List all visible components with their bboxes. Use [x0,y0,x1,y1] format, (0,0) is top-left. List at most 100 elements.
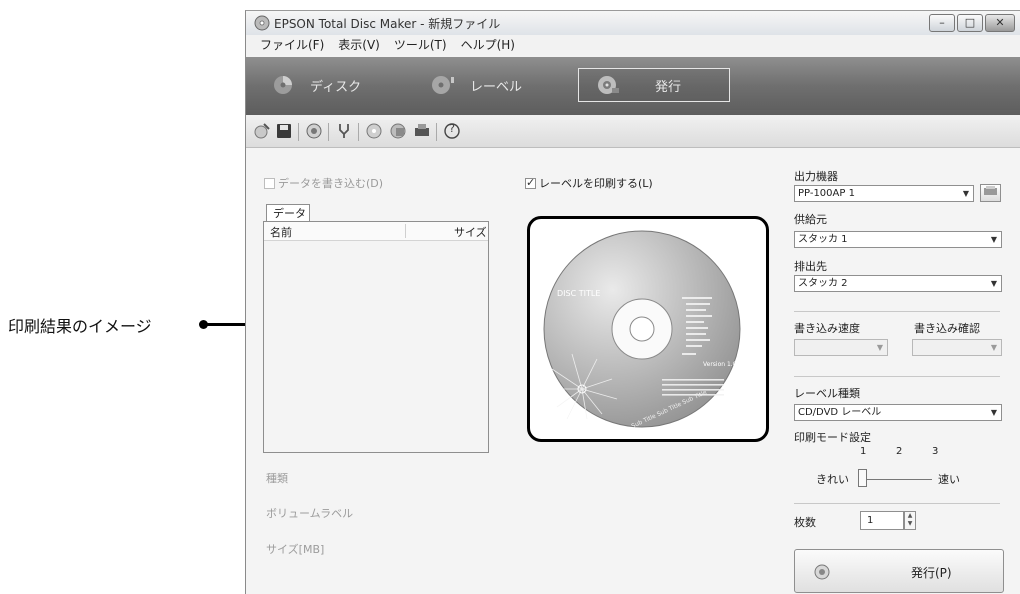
printer-settings-button[interactable] [980,184,1001,202]
chevron-down-icon: ▼ [990,408,997,417]
publish-icon [598,76,619,94]
copies-stepper[interactable]: ▲ ▼ [904,511,916,530]
tab-disc-label: ディスク [310,79,362,95]
disc-version-text: Version 1.0 [703,361,737,368]
add-disc-icon[interactable] [364,121,384,141]
write-data-box[interactable] [264,177,275,189]
write-data-label: データを書き込む(D) [278,177,384,190]
source-select[interactable]: スタッカ 1 ▼ [794,231,1002,248]
source-value: スタッカ 1 [798,234,848,245]
data-file-list[interactable]: 名前 サイズ [263,221,489,453]
help-glyph: ? [449,122,455,135]
menu-view[interactable]: 表示(V) [338,35,380,55]
write-verify-select[interactable]: ▼ [912,339,1002,356]
menu-bar: ファイル(F) 表示(V) ツール(T) ヘルプ(H) [246,35,1020,55]
copies-input[interactable]: 1 [860,511,904,530]
chevron-down-icon: ▼ [990,343,997,352]
column-size[interactable]: サイズ [454,224,487,240]
window-controls: – □ ✕ [929,14,1015,32]
list-header: 名前 サイズ [264,222,488,241]
print-mode-tick-2: 2 [896,446,903,457]
edit-icon[interactable] [388,121,408,141]
print-label-label: レーベルを印刷する(L) [539,177,653,190]
section-divider [794,311,1000,312]
main-content: データを書き込む(D) データ 名前 サイズ 種類 ボリュームラベル サイズ[M… [246,148,1020,594]
publish-button-icon [814,564,830,580]
tab-publish-label: 発行 [655,79,682,95]
mode-bar: ディスク レーベル 発行 [246,57,1020,115]
section-divider [794,376,1000,377]
toolbar: ? [246,115,1020,148]
print-label-box[interactable]: ✓ [525,175,536,189]
disc-icon [274,76,292,94]
label-type-select[interactable]: CD/DVD レーベル ▼ [794,404,1002,421]
disc-image [543,230,741,428]
menu-file[interactable]: ファイル(F) [260,35,324,55]
tab-publish[interactable]: 発行 [578,68,730,102]
print-mode-tick-1: 1 [860,446,867,457]
output-device-select[interactable]: PP-100AP 1 ▼ [794,185,974,202]
close-button[interactable]: ✕ [985,14,1015,32]
print-mode-label: 印刷モード設定 [794,431,871,444]
close-icon: ✕ [995,16,1005,29]
write-data-checkbox[interactable]: データを書き込む(D) [264,175,383,191]
annotation-label: 印刷結果のイメージ [8,317,152,336]
new-icon[interactable] [252,121,272,141]
chevron-down-icon: ▼ [876,343,883,352]
preview-icon[interactable] [304,121,324,141]
window-title: EPSON Total Disc Maker - 新規ファイル [274,17,501,31]
write-speed-select[interactable]: ▼ [794,339,888,356]
type-label: 種類 [266,472,288,485]
tab-disc[interactable]: ディスク [270,68,361,102]
help-icon[interactable]: ? [442,121,462,141]
app-window: EPSON Total Disc Maker - 新規ファイル – □ ✕ ファ… [245,10,1020,594]
maximize-icon: □ [964,16,976,29]
tab-data[interactable]: データ [266,204,310,222]
output-device-value: PP-100AP 1 [798,188,855,199]
print-icon[interactable] [412,121,432,141]
print-label-checkbox[interactable]: ✓ レーベルを印刷する(L) [525,175,653,191]
toolbar-separator [358,123,359,141]
publish-button[interactable]: 発行(P) [794,549,1004,593]
source-label: 供給元 [794,213,827,226]
print-mode-slider-thumb[interactable] [858,469,867,487]
title-bar: EPSON Total Disc Maker - 新規ファイル – □ ✕ [246,11,1020,35]
tools-icon[interactable] [334,121,354,141]
toolbar-separator [298,123,299,141]
section-divider [794,503,1000,504]
toolbar-separator [436,123,437,141]
destination-value: スタッカ 2 [798,278,848,289]
label-type-label: レーベル種類 [794,387,860,400]
maximize-button[interactable]: □ [957,14,983,32]
print-mode-speed-label: 速い [938,473,960,486]
print-mode-tick-3: 3 [932,446,939,457]
chevron-down-icon: ▼ [990,235,997,244]
output-device-label: 出力機器 [794,170,838,183]
publish-button-label: 発行(P) [911,566,952,580]
write-speed-label: 書き込み速度 [794,322,860,335]
copies-label: 枚数 [794,516,816,529]
save-icon[interactable] [274,121,294,141]
menu-tools[interactable]: ツール(T) [394,35,447,55]
print-mode-slider-track[interactable] [862,479,932,480]
tab-label[interactable]: レーベル [430,68,522,102]
menu-help[interactable]: ヘルプ(H) [461,35,515,55]
chevron-down-icon: ▼ [990,279,997,288]
destination-label: 排出先 [794,260,827,273]
label-type-value: CD/DVD レーベル [798,407,882,418]
checkmark-icon: ✓ [526,175,536,189]
tab-label-label: レーベル [470,79,523,95]
label-preview: DISC TITLE Version 1.0 Sub Title Sub Tit… [527,216,769,442]
minimize-button[interactable]: – [929,14,955,32]
minimize-icon: – [939,16,945,29]
destination-select[interactable]: スタッカ 2 ▼ [794,275,1002,292]
column-name[interactable]: 名前 [270,224,292,240]
volume-label: ボリュームラベル [266,507,354,520]
disc-title-text: DISC TITLE [557,289,601,298]
printer-settings-icon [984,186,997,195]
column-divider[interactable] [405,224,406,238]
chevron-down-icon: ▼ [962,189,969,198]
label-icon [432,76,454,94]
toolbar-separator [328,123,329,141]
write-verify-label: 書き込み確認 [914,322,980,335]
